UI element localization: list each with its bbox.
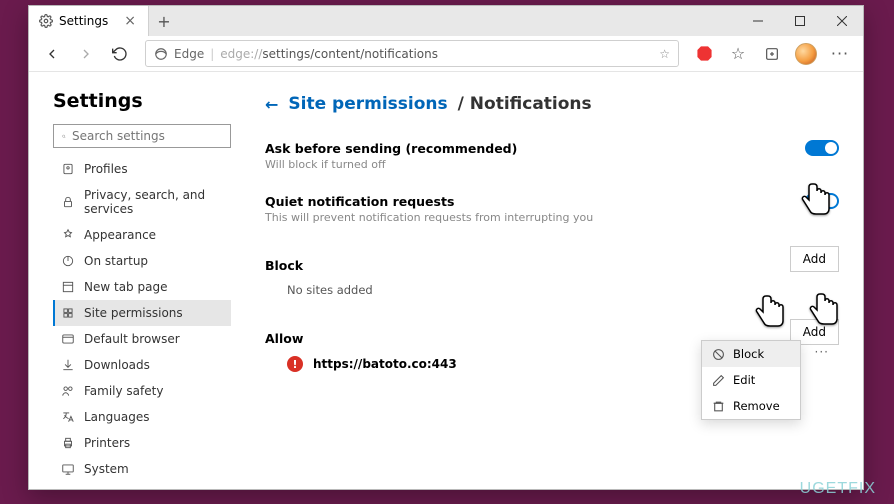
sidebar-item-system[interactable]: System xyxy=(53,456,231,482)
new-tab-button[interactable]: + xyxy=(149,6,179,36)
sidebar-item-label: Family safety xyxy=(84,384,163,398)
quiet-requests-desc: This will prevent notification requests … xyxy=(265,211,839,224)
quiet-requests-title: Quiet notification requests xyxy=(265,194,454,209)
tab-title: Settings xyxy=(59,14,108,28)
context-block[interactable]: Block xyxy=(702,341,800,367)
sidebar-item-label: Printers xyxy=(84,436,130,450)
page-title: Settings xyxy=(53,90,231,112)
allow-section-title: Allow xyxy=(265,331,303,346)
context-remove[interactable]: Remove xyxy=(702,393,800,419)
address-url: edge://settings/content/notifications xyxy=(220,47,438,61)
refresh-button[interactable] xyxy=(105,39,135,69)
breadcrumb-back-icon[interactable]: ← xyxy=(265,95,278,114)
favorite-icon[interactable]: ☆ xyxy=(659,47,670,61)
newtab-icon xyxy=(61,280,75,294)
maximize-button[interactable] xyxy=(779,6,821,36)
context-edit[interactable]: Edit xyxy=(702,367,800,393)
sidebar-item-label: New tab page xyxy=(84,280,167,294)
power-icon xyxy=(61,254,75,268)
block-section-title: Block xyxy=(265,258,303,273)
sidebar-item-printers[interactable]: Printers xyxy=(53,430,231,456)
family-icon xyxy=(61,384,75,398)
sidebar-item-label: Default browser xyxy=(84,332,180,346)
appearance-icon xyxy=(61,228,75,242)
close-window-button[interactable] xyxy=(821,6,863,36)
sidebar-item-label: On startup xyxy=(84,254,148,268)
download-icon xyxy=(61,358,75,372)
breadcrumb-current: Notifications xyxy=(470,94,592,114)
sidebar-item-appearance[interactable]: Appearance xyxy=(53,222,231,248)
reset-icon xyxy=(61,488,75,489)
gear-icon xyxy=(39,14,53,28)
browser-tab[interactable]: Settings × xyxy=(29,6,149,36)
sidebar-item-label: Privacy, search, and services xyxy=(84,188,223,216)
ask-before-sending-toggle[interactable] xyxy=(805,140,839,156)
quiet-requests-toggle[interactable] xyxy=(805,193,839,209)
titlebar: Settings × + xyxy=(29,6,863,36)
sidebar-item-label: Profiles xyxy=(84,162,128,176)
block-icon xyxy=(712,348,725,361)
favorites-icon[interactable]: ☆ xyxy=(723,39,753,69)
toolbar: Edge | edge://settings/content/notificat… xyxy=(29,36,863,72)
minimize-button[interactable] xyxy=(737,6,779,36)
permissions-icon xyxy=(61,306,75,320)
breadcrumb-parent[interactable]: Site permissions xyxy=(288,94,447,114)
sidebar-item-family-safety[interactable]: Family safety xyxy=(53,378,231,404)
forward-button[interactable] xyxy=(71,39,101,69)
search-settings[interactable] xyxy=(53,124,231,148)
collections-icon[interactable] xyxy=(757,39,787,69)
trash-icon xyxy=(712,400,725,413)
lock-icon xyxy=(61,195,75,209)
site-alert-icon: ! xyxy=(287,356,303,372)
edge-icon xyxy=(154,47,168,61)
address-bar[interactable]: Edge | edge://settings/content/notificat… xyxy=(145,40,679,67)
breadcrumb: ← Site permissions / Notifications xyxy=(265,94,839,114)
site-actions-button[interactable]: ··· xyxy=(815,345,829,359)
sidebar-item-label: Reset settings xyxy=(84,488,169,489)
sidebar-item-new-tab-page[interactable]: New tab page xyxy=(53,274,231,300)
lang-icon xyxy=(61,410,75,424)
profile-avatar[interactable] xyxy=(791,39,821,69)
search-icon xyxy=(62,130,66,143)
site-context-menu: Block Edit Remove xyxy=(701,340,801,420)
settings-main: ← Site permissions / Notifications Ask b… xyxy=(243,72,863,489)
address-brand: Edge xyxy=(174,47,204,61)
browser-icon xyxy=(61,332,75,346)
sidebar-item-on-startup[interactable]: On startup xyxy=(53,248,231,274)
edit-icon xyxy=(712,374,725,387)
sidebar-item-downloads[interactable]: Downloads xyxy=(53,352,231,378)
sidebar-item-label: Downloads xyxy=(84,358,150,372)
ask-before-sending-title: Ask before sending (recommended) xyxy=(265,141,517,156)
printer-icon xyxy=(61,436,75,450)
block-add-button[interactable]: Add xyxy=(790,246,839,272)
sidebar-item-profiles[interactable]: Profiles xyxy=(53,156,231,182)
search-input[interactable] xyxy=(72,129,222,143)
sidebar-item-reset-settings[interactable]: Reset settings xyxy=(53,482,231,489)
sidebar-item-site-permissions[interactable]: Site permissions xyxy=(53,300,231,326)
browser-window: Settings × + Edge | edge://settings/cont… xyxy=(28,5,864,490)
block-empty-text: No sites added xyxy=(265,273,839,303)
sidebar-item-label: Languages xyxy=(84,410,149,424)
sidebar-item-privacy-search-and-services[interactable]: Privacy, search, and services xyxy=(53,182,231,222)
sidebar-item-label: Site permissions xyxy=(84,306,183,320)
menu-button[interactable]: ··· xyxy=(825,39,855,69)
ask-before-sending-desc: Will block if turned off xyxy=(265,158,839,171)
system-icon xyxy=(61,462,75,476)
watermark: UGETFIX xyxy=(800,480,876,498)
allow-site-url: https://batoto.co:443 xyxy=(313,357,457,371)
tab-close-icon[interactable]: × xyxy=(120,13,140,29)
sidebar-item-label: System xyxy=(84,462,129,476)
sidebar-item-languages[interactable]: Languages xyxy=(53,404,231,430)
adblock-icon[interactable] xyxy=(689,39,719,69)
back-button[interactable] xyxy=(37,39,67,69)
sidebar-item-default-browser[interactable]: Default browser xyxy=(53,326,231,352)
profile-icon xyxy=(61,162,75,176)
sidebar-item-label: Appearance xyxy=(84,228,156,242)
settings-sidebar: Settings Profiles Privacy, search, and se… xyxy=(29,72,243,489)
